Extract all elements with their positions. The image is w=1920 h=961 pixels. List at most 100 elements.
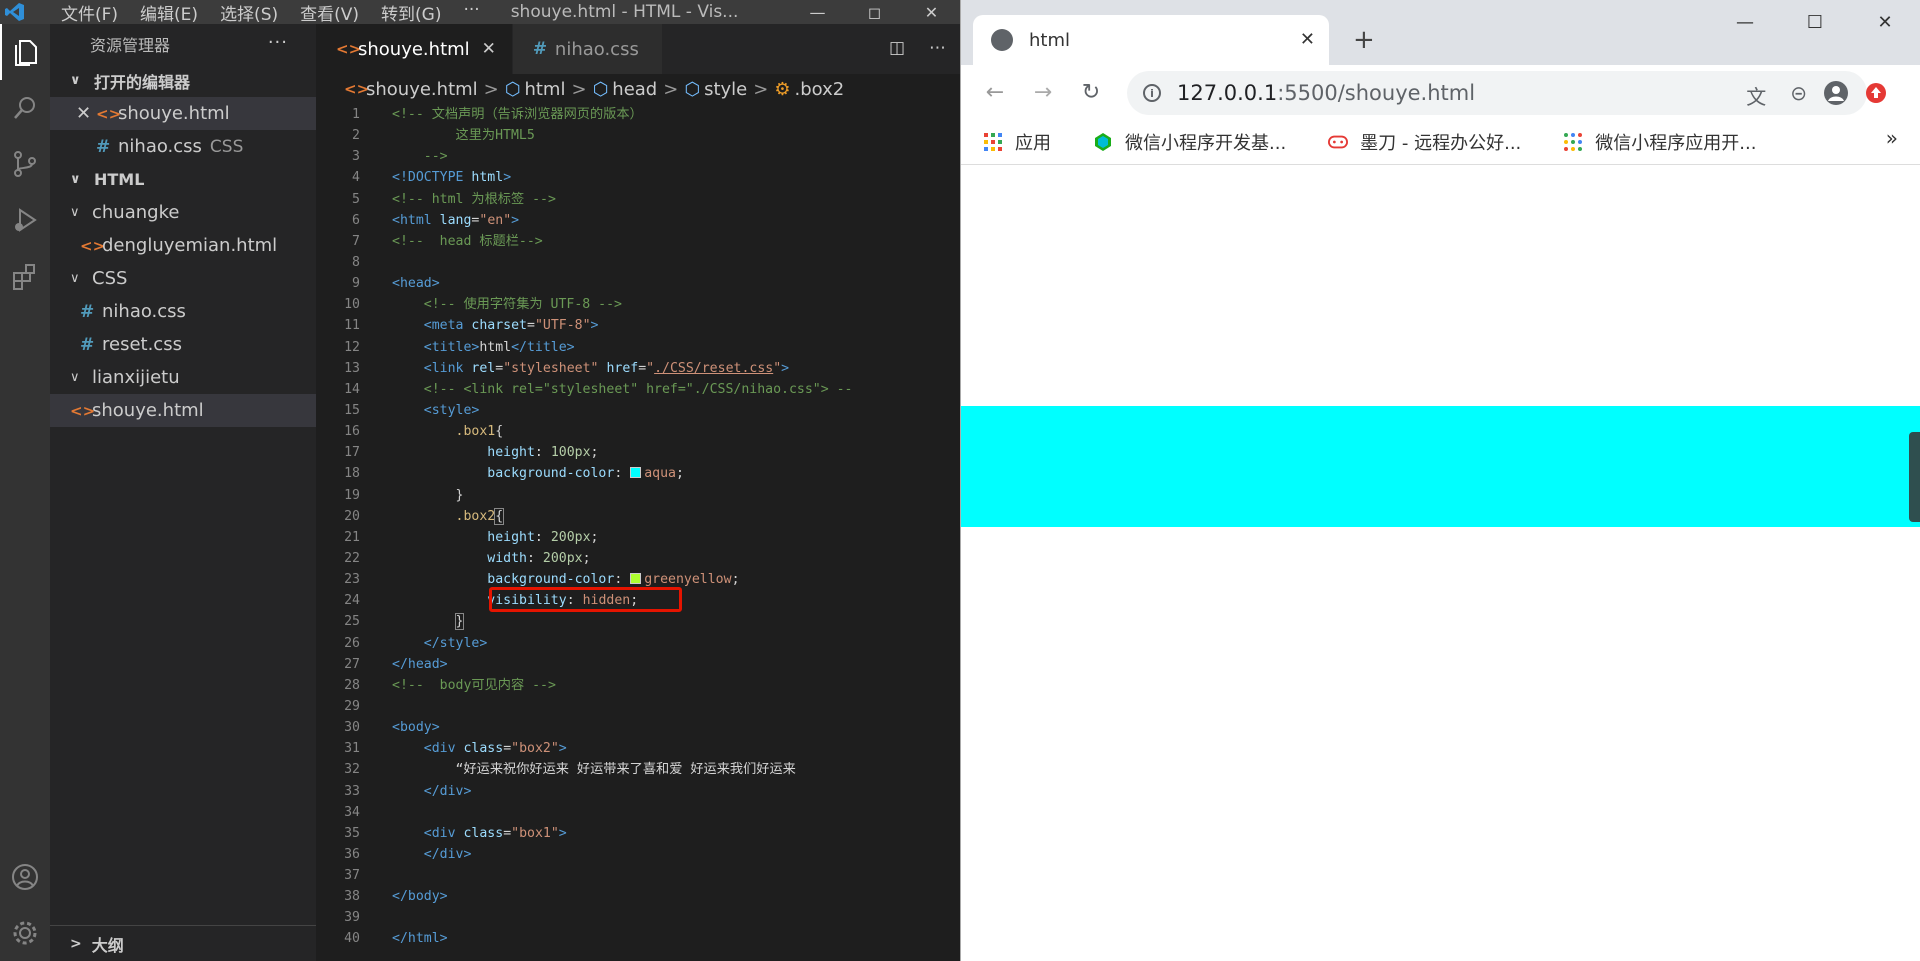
code-line: 19 } <box>344 487 464 503</box>
side-panel-tab[interactable] <box>1909 432 1920 522</box>
bookmark-label: 微信小程序开发基... <box>1125 133 1287 154</box>
html-file-icon: <> <box>344 80 370 98</box>
folder-label: lianxijietu <box>92 367 180 388</box>
menu-more[interactable]: ··· <box>452 0 490 25</box>
chevron-right-icon: > <box>483 78 499 100</box>
dots-grid-icon <box>1564 133 1583 151</box>
symbol-element-icon: ⬡ <box>504 78 521 100</box>
page-viewport <box>961 166 1920 961</box>
bookmark-wechat-app[interactable]: 微信小程序应用开... <box>1563 129 1756 155</box>
highlight-annotation-box <box>489 587 682 612</box>
more-actions-icon[interactable]: ⋯ <box>929 38 946 58</box>
explorer-icon[interactable] <box>0 24 50 80</box>
menu-file[interactable]: 文件(F) <box>50 0 129 25</box>
breadcrumb-item[interactable]: style <box>704 79 747 100</box>
open-editor-item-shouye[interactable]: ✕ <> shouye.html <box>50 97 316 130</box>
code-line: 30 <body> <box>344 720 440 736</box>
minimize-icon[interactable]: — <box>1710 0 1780 45</box>
chevron-down-icon: ∨ <box>70 370 80 385</box>
file-reset-css[interactable]: # reset.css <box>50 328 316 361</box>
chevron-right-icon: > <box>753 78 769 100</box>
bookmark-apps[interactable]: 应用 <box>983 129 1051 155</box>
open-editor-label: shouye.html <box>118 103 230 124</box>
zoom-out-icon[interactable]: ⊝ <box>1790 81 1807 110</box>
file-dengluyemian[interactable]: <> dengluyemian.html <box>50 229 316 262</box>
search-icon[interactable] <box>0 80 50 136</box>
breadcrumb-item[interactable]: shouye.html <box>366 79 478 100</box>
update-arrow-icon[interactable] <box>1861 78 1891 108</box>
activity-bar <box>0 24 50 961</box>
run-debug-icon[interactable] <box>0 192 50 248</box>
tab-shouye-html[interactable]: <> shouye.html ✕ <box>316 24 513 74</box>
settings-gear-icon[interactable] <box>0 905 50 961</box>
bookmark-modao[interactable]: 墨刀 - 远程办公好... <box>1328 129 1521 155</box>
close-icon[interactable]: ✕ <box>903 0 960 24</box>
reload-icon[interactable]: ↻ <box>1067 80 1115 105</box>
info-icon[interactable]: i <box>1143 84 1161 102</box>
address-bar[interactable]: i 127.0.0.1:5500/shouye.html 文 ⊝ ☆ <box>1127 71 1867 115</box>
breadcrumb-item[interactable]: html <box>524 79 565 100</box>
explorer-title: 资源管理器 <box>90 36 171 55</box>
breadcrumb-item[interactable]: .box2 <box>794 79 844 100</box>
symbol-class-icon: ⚙ <box>774 78 791 100</box>
folder-label: chuangke <box>92 202 180 223</box>
css-file-icon: # <box>96 136 111 157</box>
code-line: 14 <!-- <link rel="stylesheet" href="./C… <box>344 381 853 397</box>
css-file-icon: # <box>532 39 548 59</box>
close-icon[interactable]: ✕ <box>1850 0 1920 45</box>
editor-tabs: <> shouye.html ✕ # nihao.css ◫ ⋯ <box>316 24 960 74</box>
browser-tab[interactable]: html ✕ <box>973 15 1329 65</box>
outline-title: 大纲 <box>91 935 124 955</box>
folder-chuangke[interactable]: ∨ chuangke <box>50 196 316 229</box>
explorer-more-button[interactable]: ··· <box>268 32 288 53</box>
menu-view[interactable]: 查看(V) <box>289 0 370 25</box>
source-control-icon[interactable] <box>0 136 50 192</box>
bookmarks-more-button[interactable]: » <box>1886 126 1898 150</box>
account-icon[interactable] <box>0 849 50 905</box>
close-tab-icon[interactable]: ✕ <box>1300 29 1315 50</box>
tab-label: shouye.html <box>358 38 470 60</box>
bookmark-wechat-dev[interactable]: 微信小程序开发基... <box>1093 129 1286 155</box>
breadcrumb-item[interactable]: head <box>612 79 657 100</box>
profile-avatar-icon[interactable] <box>1821 78 1851 108</box>
new-tab-button[interactable]: + <box>1353 25 1375 55</box>
code-line: 31 <div class="box2"> <box>344 741 567 757</box>
close-icon[interactable]: ✕ <box>76 103 96 124</box>
maximize-icon[interactable]: ◻ <box>846 0 903 24</box>
aqua-box1 <box>961 406 1920 527</box>
code-line: 9 <head> <box>352 276 440 292</box>
code-line: 18 background-color: aqua; <box>344 466 684 482</box>
open-editors-header[interactable]: ∨ 打开的编辑器 <box>50 64 316 97</box>
folder-lianxijietu[interactable]: ∨ lianxijietu <box>50 361 316 394</box>
workspace-header[interactable]: ∨ HTML <box>50 163 316 196</box>
css-file-icon: # <box>80 334 95 355</box>
tab-nihao-css[interactable]: # nihao.css <box>512 24 663 74</box>
split-editor-icon[interactable]: ◫ <box>889 38 905 58</box>
bookmarks-bar: 应用 微信小程序开发基... 墨刀 - 远程办公好... 微信小程序应用开... <box>961 120 1920 165</box>
maximize-icon[interactable]: ☐ <box>1780 0 1850 45</box>
menu-edit[interactable]: 编辑(E) <box>129 0 209 25</box>
code-line: 16 .box1{ <box>344 424 504 440</box>
code-line: 36 </div> <box>344 846 472 862</box>
outline-header[interactable]: > 大纲 <box>50 925 316 961</box>
extensions-icon[interactable] <box>0 248 50 304</box>
chevron-down-icon: ∨ <box>70 205 80 220</box>
close-icon[interactable]: ✕ <box>482 39 496 59</box>
url-path: :5500/shouye.html <box>1277 81 1476 105</box>
back-arrow-icon[interactable]: ← <box>971 80 1019 105</box>
chevron-down-icon: ∨ <box>70 271 80 286</box>
workspace-title: HTML <box>94 170 145 189</box>
open-editor-item-nihao[interactable]: # nihao.css CSS <box>50 130 316 163</box>
code-editor[interactable]: 1 <!-- 文档声明（告诉浏览器网页的版本） 2 这里为HTML5 3 --> … <box>316 104 886 961</box>
folder-css[interactable]: ∨ CSS <box>50 262 316 295</box>
code-line: 25 } <box>344 613 465 631</box>
translate-icon[interactable]: 文 <box>1746 81 1766 110</box>
file-label: shouye.html <box>92 400 204 421</box>
code-line: 38 </body> <box>344 889 448 905</box>
forward-arrow-icon[interactable]: → <box>1019 80 1067 105</box>
menu-goto[interactable]: 转到(G) <box>370 0 452 25</box>
file-shouye-html[interactable]: <> shouye.html <box>50 394 316 427</box>
file-nihao-css[interactable]: # nihao.css <box>50 295 316 328</box>
minimize-icon[interactable]: — <box>789 0 846 24</box>
menu-selection[interactable]: 选择(S) <box>209 0 289 25</box>
